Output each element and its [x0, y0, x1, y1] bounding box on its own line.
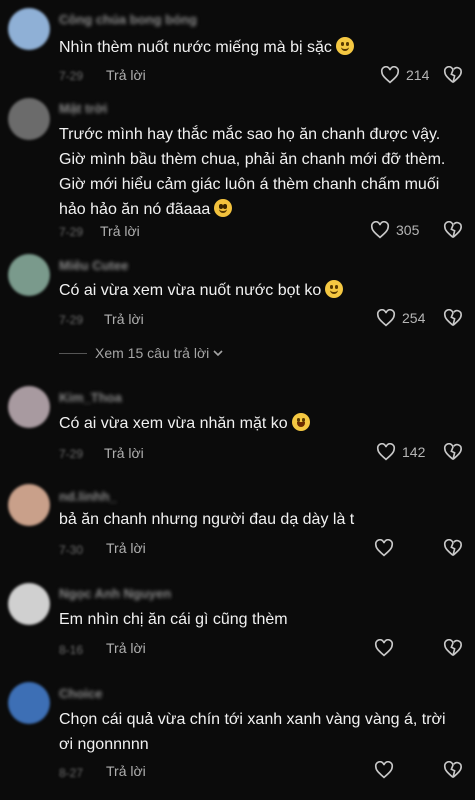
comment-username[interactable]: Kim_Thoa [59, 390, 122, 405]
broken-heart-icon [443, 221, 463, 239]
face-with-tears-of-joy-icon [291, 413, 310, 431]
broken-heart-icon [443, 309, 463, 327]
avatar[interactable] [8, 8, 50, 50]
grinning-face-with-sweat-icon [325, 280, 344, 298]
dislike-button[interactable] [443, 66, 463, 84]
comment-text: Có ai vừa xem vừa nuốt nước bọt ko [59, 278, 459, 303]
heart-icon [370, 221, 390, 239]
comment-time: 7-29 [59, 225, 84, 239]
comment-username[interactable]: Ngọc Anh Nguyen [59, 586, 171, 601]
like-button[interactable] [374, 761, 394, 779]
like-button[interactable]: 305 [370, 221, 419, 239]
heart-icon [374, 539, 394, 557]
like-count: 214 [406, 67, 430, 83]
comment-text: bả ăn chanh nhưng người đau dạ dày là t [59, 511, 355, 528]
like-button[interactable]: 214 [380, 66, 429, 84]
like-button[interactable] [374, 639, 394, 657]
reply-button[interactable]: Trả lời [104, 311, 144, 327]
comment-time: 8-16 [59, 643, 84, 657]
avatar[interactable] [8, 484, 50, 526]
avatar[interactable] [8, 254, 50, 296]
like-button[interactable] [374, 539, 394, 557]
heart-icon [374, 639, 394, 657]
heart-icon [374, 761, 394, 779]
reply-button[interactable]: Trả lời [106, 67, 146, 83]
broken-heart-icon [443, 761, 463, 779]
like-button[interactable]: 254 [376, 309, 425, 327]
like-count: 142 [402, 444, 426, 460]
reply-button[interactable]: Trả lời [106, 640, 146, 656]
pleading-face-icon [214, 199, 233, 217]
like-count: 254 [402, 310, 426, 326]
comment-username[interactable]: Mật trời [59, 101, 107, 116]
divider [59, 352, 87, 354]
dislike-button[interactable] [443, 309, 463, 327]
heart-icon [376, 443, 396, 461]
view-more-replies-button[interactable]: Xem 15 câu trả lời [59, 345, 224, 361]
broken-heart-icon [443, 443, 463, 461]
comment-time: 7-30 [59, 543, 84, 557]
avatar[interactable] [8, 98, 50, 140]
avatar[interactable] [8, 682, 50, 724]
like-count: 305 [396, 222, 420, 238]
comment-username[interactable]: nd.linhh_ [59, 489, 117, 504]
view-more-label: Xem 15 câu trả lời [95, 345, 210, 361]
comment-text: Chọn cái quả vừa chín tới xanh xanh vàng… [59, 711, 446, 753]
comment-text: Nhìn thèm nuốt nước miếng mà bị sặc [59, 35, 459, 60]
comments-screen: Công chúa bong bóng Nhìn thèm nuốt nước … [0, 0, 475, 800]
comment-time: 8-27 [59, 766, 84, 780]
avatar[interactable] [8, 583, 50, 625]
broken-heart-icon [443, 639, 463, 657]
comment-username[interactable]: Miêu Cutee [59, 258, 128, 273]
comment-time: 7-29 [59, 313, 84, 327]
heart-icon [380, 66, 400, 84]
dislike-button[interactable] [443, 761, 463, 779]
like-button[interactable]: 142 [376, 443, 425, 461]
broken-heart-icon [443, 539, 463, 557]
broken-heart-icon [443, 66, 463, 84]
comment-text: Em nhìn chị ăn cái gì cũng thèm [59, 611, 288, 628]
dislike-button[interactable] [443, 443, 463, 461]
dislike-button[interactable] [443, 221, 463, 239]
comment-username[interactable]: Công chúa bong bóng [59, 12, 197, 27]
reply-button[interactable]: Trả lời [106, 540, 146, 556]
slightly-smiling-face-icon [335, 37, 354, 55]
chevron-down-icon [212, 345, 224, 361]
reply-button[interactable]: Trả lời [106, 763, 146, 779]
dislike-button[interactable] [443, 539, 463, 557]
reply-button[interactable]: Trả lời [100, 223, 140, 239]
comment-text: Có ai vừa xem vừa nhăn mặt ko [59, 411, 459, 436]
dislike-button[interactable] [443, 639, 463, 657]
comment-time: 7-29 [59, 447, 84, 461]
comment-username[interactable]: Choice [59, 686, 102, 701]
comment-time: 7-29 [59, 69, 84, 83]
reply-button[interactable]: Trả lời [104, 445, 144, 461]
avatar[interactable] [8, 386, 50, 428]
heart-icon [376, 309, 396, 327]
comment-text: Trước mình hay thắc mắc sao họ ăn chanh … [59, 126, 446, 218]
